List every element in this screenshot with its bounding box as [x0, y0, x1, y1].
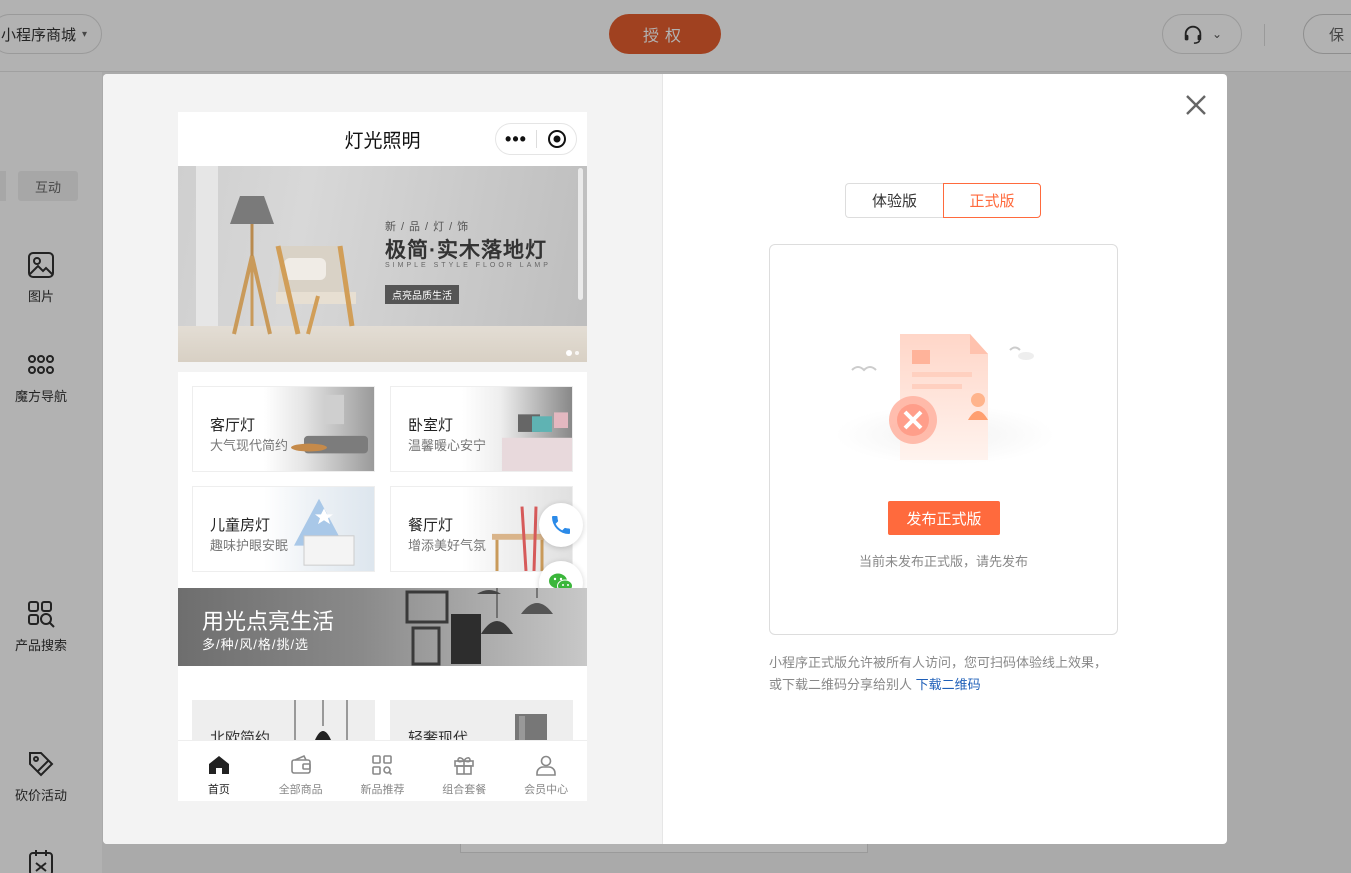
category-desc: 趣味护眼安眠 — [210, 538, 289, 553]
pager-dot[interactable] — [575, 351, 579, 355]
tab-new-products[interactable]: 新品推荐 — [342, 741, 424, 801]
not-published-illustration — [835, 334, 1055, 465]
tab-label: 全部商品 — [278, 784, 323, 796]
close-button[interactable] — [1183, 92, 1209, 118]
tab-all-products[interactable]: 全部商品 — [260, 741, 342, 801]
version-switch: 体验版 正式版 — [845, 183, 1041, 218]
category-card-kids-room[interactable]: 儿童房灯 趣味护眼安眠 — [192, 486, 375, 572]
banner-pillar — [196, 166, 218, 336]
phone-header: 灯光照明 ••• — [178, 112, 587, 166]
category-grid: 客厅灯 大气现代简约 卧室灯 温馨暖心安宁 儿童房灯 趣味护眼安眠 餐厅灯 增添… — [178, 372, 587, 578]
tab-label: 组合套餐 — [442, 784, 487, 796]
tab-member-center[interactable]: 会员中心 — [505, 741, 587, 801]
promo-banner[interactable]: 用光点亮生活 多/种/风/格/挑/选 — [178, 588, 587, 666]
close-icon — [1186, 95, 1206, 115]
category-desc: 增添美好气氛 — [408, 538, 487, 553]
banner-tag: 点亮品质生活 — [385, 285, 459, 304]
banner-carousel[interactable]: 新/品/灯/饰 极简·实木落地灯 SIMPLE STYLE FLOOR LAMP… — [178, 166, 587, 362]
preview-panel: 灯光照明 ••• 新/品/灯/饰 极简·实木落地灯 SIMPLE STYLE F… — [103, 74, 663, 844]
publish-modal: 灯光照明 ••• 新/品/灯/饰 极简·实木落地灯 SIMPLE STYLE F… — [103, 74, 1227, 844]
section-gap — [178, 362, 587, 372]
page-title: 灯光照明 — [344, 130, 421, 152]
phone-call-button[interactable] — [539, 503, 583, 547]
pager-dot-active[interactable] — [566, 350, 572, 356]
pendant-lamps-image — [405, 588, 553, 666]
category-name: 餐厅灯 — [408, 517, 454, 534]
publish-official-button[interactable]: 发布正式版 — [888, 501, 1000, 535]
category-name: 客厅灯 — [210, 417, 256, 434]
not-published-hint: 当前未发布正式版，请先发布 — [858, 554, 1028, 569]
promo-title: 用光点亮生活 — [202, 609, 335, 634]
phone-tabbar: 首页 全部商品 新品推荐 组合套餐 会员中心 — [178, 740, 587, 801]
category-desc: 大气现代简约 — [210, 438, 289, 453]
tab-label: 新品推荐 — [360, 784, 405, 796]
floor-lamp-chair-image — [230, 196, 356, 335]
bedroom-image — [462, 387, 572, 471]
publish-description: 小程序正式版允许被所有人访问，您可扫码体验线上效果，或下载二维码分享给别人 下载… — [769, 652, 1119, 696]
banner-title: 极简·实木落地灯 — [385, 239, 547, 262]
tab-label: 会员中心 — [524, 784, 569, 796]
mini-program-capsule[interactable]: ••• — [495, 123, 577, 155]
close-target-icon[interactable] — [537, 129, 576, 149]
category-card-bedroom[interactable]: 卧室灯 温馨暖心安宁 — [390, 386, 573, 472]
category-desc: 温馨暖心安宁 — [408, 438, 487, 453]
living-room-image — [264, 387, 374, 471]
tab-label: 首页 — [207, 784, 230, 796]
category-name: 儿童房灯 — [210, 517, 271, 534]
tab-combo[interactable]: 组合套餐 — [423, 741, 505, 801]
new-grid-icon — [372, 755, 393, 776]
gift-icon — [454, 757, 475, 775]
more-icon[interactable]: ••• — [496, 130, 536, 148]
tab-trial-version[interactable]: 体验版 — [845, 183, 943, 218]
phone-preview: 灯光照明 ••• 新/品/灯/饰 极简·实木落地灯 SIMPLE STYLE F… — [178, 112, 587, 801]
tab-official-version[interactable]: 正式版 — [943, 183, 1041, 218]
qrcode-panel: 发布正式版 当前未发布正式版，请先发布 — [769, 244, 1118, 635]
category-name: 卧室灯 — [408, 417, 454, 434]
home-icon — [208, 756, 229, 774]
promo-subtitle: 多/种/风/格/挑/选 — [202, 637, 310, 652]
tab-home[interactable]: 首页 — [178, 741, 260, 801]
phone-icon — [552, 516, 570, 534]
scrollbar[interactable] — [578, 168, 583, 300]
user-icon — [536, 755, 556, 776]
banner-subtitle: 新/品/灯/饰 — [385, 221, 474, 233]
carousel-pager — [566, 350, 579, 356]
banner-english: SIMPLE STYLE FLOOR LAMP — [385, 262, 551, 269]
kids-room-image — [264, 487, 374, 571]
download-qrcode-link[interactable]: 下载二维码 — [916, 677, 981, 692]
category-card-living-room[interactable]: 客厅灯 大气现代简约 — [192, 386, 375, 472]
wallet-icon — [290, 754, 311, 774]
